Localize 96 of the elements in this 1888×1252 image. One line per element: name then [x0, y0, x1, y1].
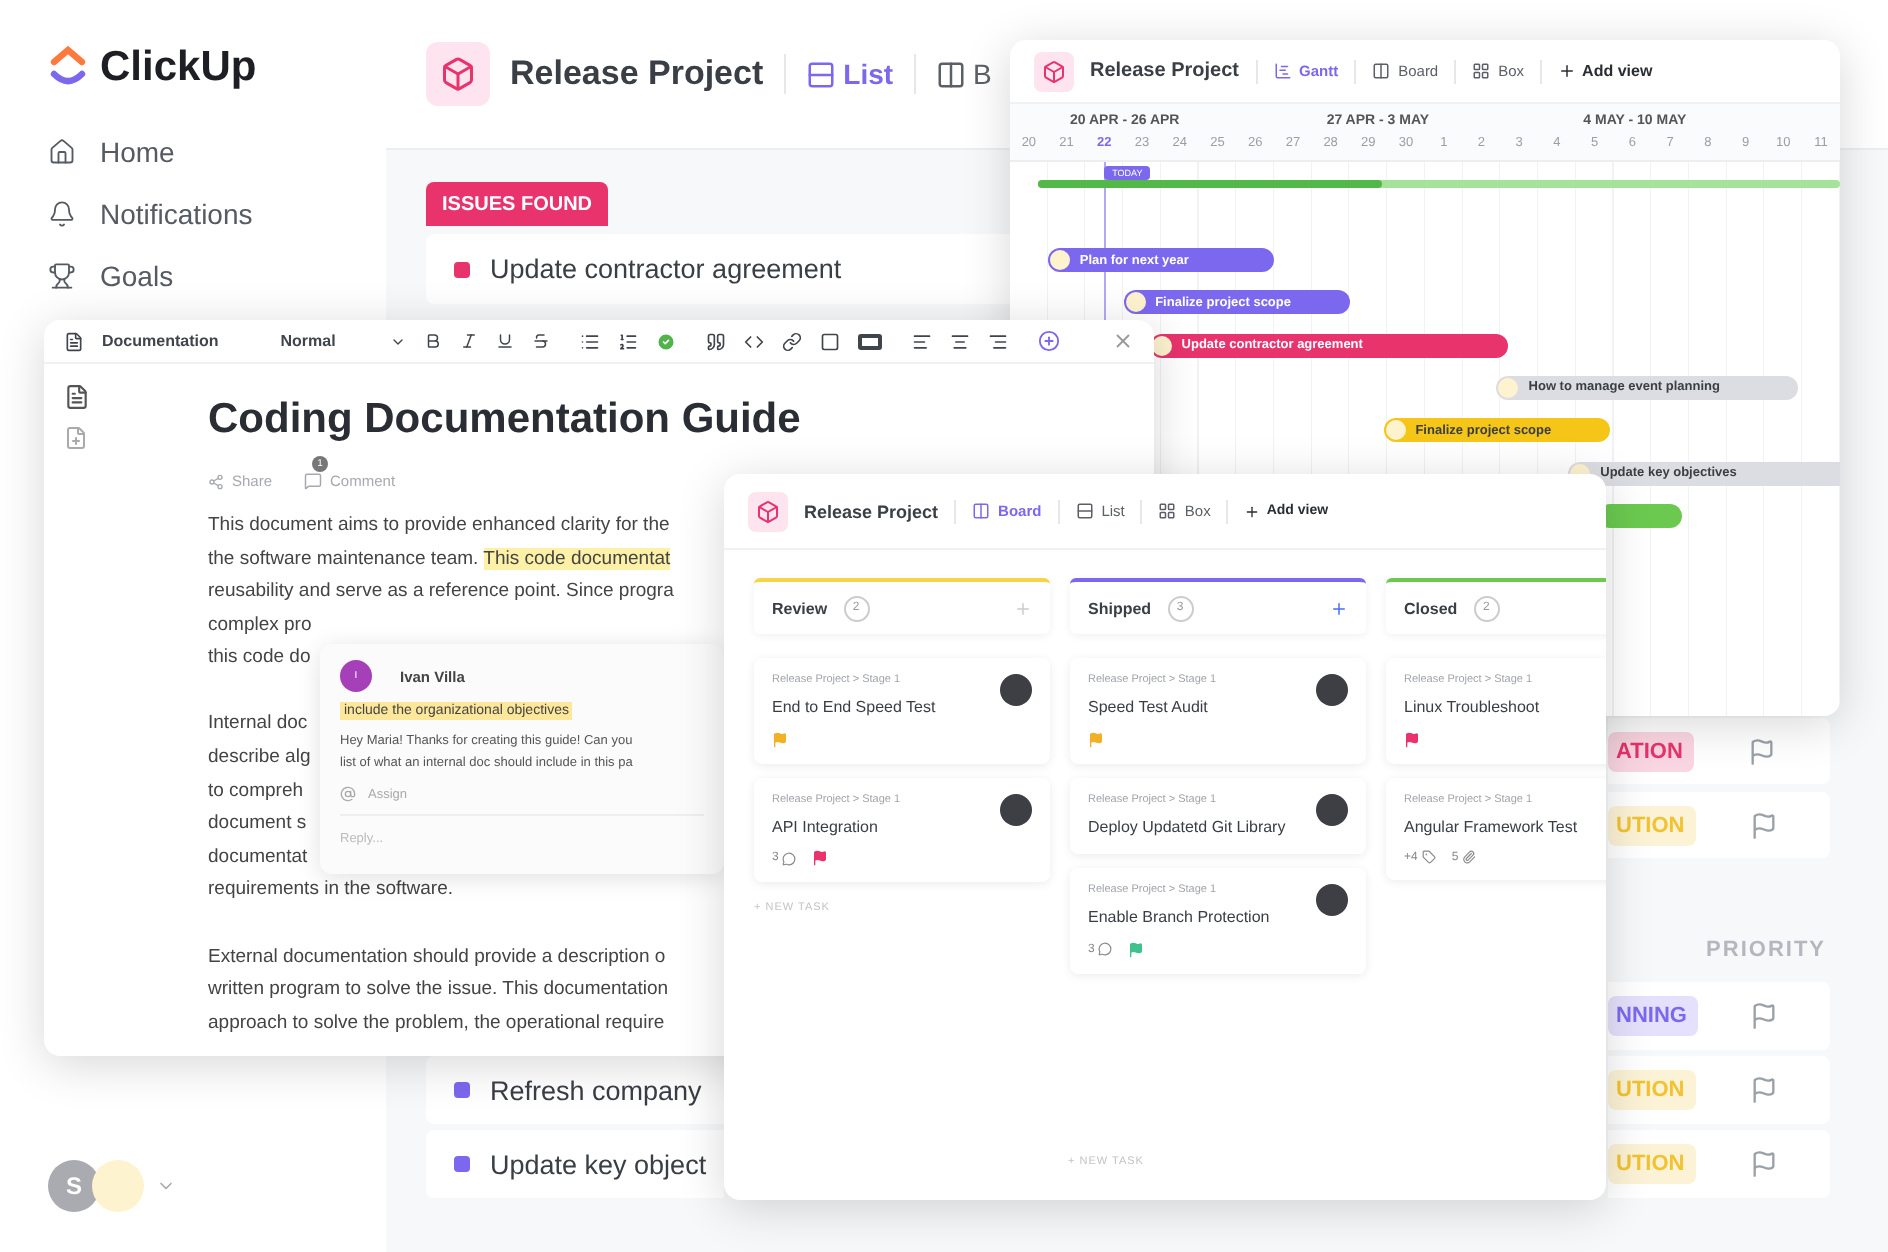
add-icon[interactable] — [1037, 330, 1060, 352]
task-name: Update key object — [490, 1149, 707, 1179]
check-icon[interactable] — [655, 331, 676, 351]
status-pill: UTION — [1608, 1070, 1697, 1110]
assignee-avatar — [1000, 793, 1032, 825]
logo-text: ClickUp — [100, 44, 257, 92]
document-name: Documentation — [102, 332, 219, 350]
paragraph-line: approach to solve the problem, the operational require — [208, 1009, 665, 1038]
status-pill: UTION — [1608, 805, 1697, 845]
paragraph-line: written program to solve the issue. This documentation — [208, 976, 669, 1005]
list-icon — [1075, 502, 1094, 520]
paragraph-line: complex pro — [208, 611, 312, 640]
task-title: Angular Framework Test — [1404, 817, 1580, 838]
document-title: Coding Documentation Guide — [208, 396, 803, 444]
paragraph-line: This document aims to provide enhanced clarity for the — [208, 512, 670, 540]
flag-icon[interactable] — [1749, 1076, 1778, 1104]
board-icon — [935, 59, 966, 89]
project-icon — [748, 491, 788, 531]
status-pill: UTION — [1608, 1144, 1697, 1184]
paragraph-line: document s — [208, 810, 307, 839]
paragraph-line: requirements in the software. — [208, 876, 454, 905]
column-header: PRIORITY — [1706, 938, 1826, 966]
assignee-avatar — [1316, 793, 1348, 825]
nav-item[interactable]: Goals — [48, 244, 386, 306]
paragraph-line: documentat — [208, 843, 308, 872]
task-row[interactable]: Refresh company — [426, 1056, 724, 1124]
logo-icon — [48, 46, 88, 90]
task-title: Linux Troubleshoot — [1404, 698, 1542, 719]
assignee-avatar — [1000, 674, 1032, 706]
quote-icon[interactable] — [705, 331, 726, 351]
flag-icon[interactable] — [1749, 1150, 1778, 1178]
project-icon — [426, 42, 490, 106]
share-icon — [208, 473, 224, 489]
task-title: Speed Test Audit — [1088, 698, 1210, 719]
board-icon — [1372, 62, 1391, 80]
flag-icon[interactable] — [1750, 1002, 1779, 1030]
trophy-icon — [48, 261, 76, 289]
status-pill: NNING — [1608, 996, 1699, 1036]
flag-icon[interactable] — [1748, 737, 1777, 765]
align-left-icon[interactable] — [911, 331, 932, 351]
project-icon — [1034, 51, 1074, 91]
frame-icon[interactable] — [819, 331, 840, 351]
task-name: Refresh company — [490, 1075, 702, 1105]
mention-icon — [340, 786, 356, 802]
add-icon[interactable] — [1330, 599, 1348, 617]
group-label: ISSUES FOUND — [426, 182, 609, 226]
document-icon — [64, 331, 84, 351]
flag-icon[interactable] — [1749, 811, 1778, 839]
view-tab[interactable]: B — [935, 58, 992, 90]
block-icon[interactable] — [857, 333, 882, 349]
grid-icon — [1158, 502, 1177, 520]
project-title: Release Project — [510, 54, 764, 94]
gantt-icon — [1273, 62, 1291, 80]
plus-icon — [1244, 503, 1261, 519]
paragraph-line: reusability and serve as a reference point. Since progra — [208, 578, 674, 607]
paragraph-line: Internal doc — [208, 710, 308, 739]
board-icon — [972, 502, 991, 520]
task-row[interactable]: Update key object — [426, 1130, 724, 1198]
code-icon[interactable] — [743, 331, 764, 351]
paragraph-line: this code do — [208, 644, 311, 673]
text-style-select[interactable]: Normal — [280, 332, 336, 350]
paragraph-line: describe alg — [208, 744, 311, 773]
paragraph-line: External documentation should provide a description o — [208, 943, 666, 972]
page-icon[interactable] — [64, 384, 90, 410]
grid-icon — [1472, 62, 1491, 80]
align-center-icon[interactable] — [949, 331, 970, 351]
assignee-avatar — [1316, 674, 1348, 706]
plus-icon — [1558, 62, 1577, 80]
link-icon[interactable] — [781, 331, 802, 351]
task-title: End to End Speed Test — [772, 698, 938, 719]
task-name: Update contractor agreement — [490, 254, 842, 284]
strikethrough-icon[interactable] — [531, 332, 550, 350]
project-title: Release Project — [804, 501, 939, 521]
task-title: API Integration — [772, 817, 880, 838]
close-icon[interactable] — [1112, 330, 1134, 352]
nav-item[interactable]: Home — [48, 120, 386, 182]
task-row[interactable]: Update contractor agreement — [426, 234, 1010, 304]
comment-icon — [304, 472, 323, 490]
add-view-button[interactable]: Add view — [1558, 62, 1653, 80]
paragraph-line: the software maintenance team. This code documentat — [208, 545, 671, 574]
paragraph-line: to compreh — [208, 777, 304, 806]
italic-icon[interactable] — [459, 332, 478, 350]
nav-item[interactable]: Notifications — [48, 182, 386, 244]
status-pill: ATION — [1608, 731, 1695, 771]
bell-icon — [48, 199, 76, 227]
numbered-list-icon[interactable] — [617, 331, 638, 351]
bold-icon[interactable] — [423, 332, 442, 350]
view-tab[interactable]: List — [805, 58, 894, 90]
assignee-avatar — [1316, 884, 1348, 916]
underline-icon[interactable] — [495, 332, 514, 350]
project-title: Release Project — [1090, 60, 1239, 82]
list-icon — [805, 59, 836, 89]
task-title: Enable Branch Protection — [1088, 908, 1272, 929]
task-title: Deploy Updatetd Git Library — [1088, 817, 1288, 838]
align-right-icon[interactable] — [987, 331, 1008, 351]
home-icon — [48, 137, 76, 165]
